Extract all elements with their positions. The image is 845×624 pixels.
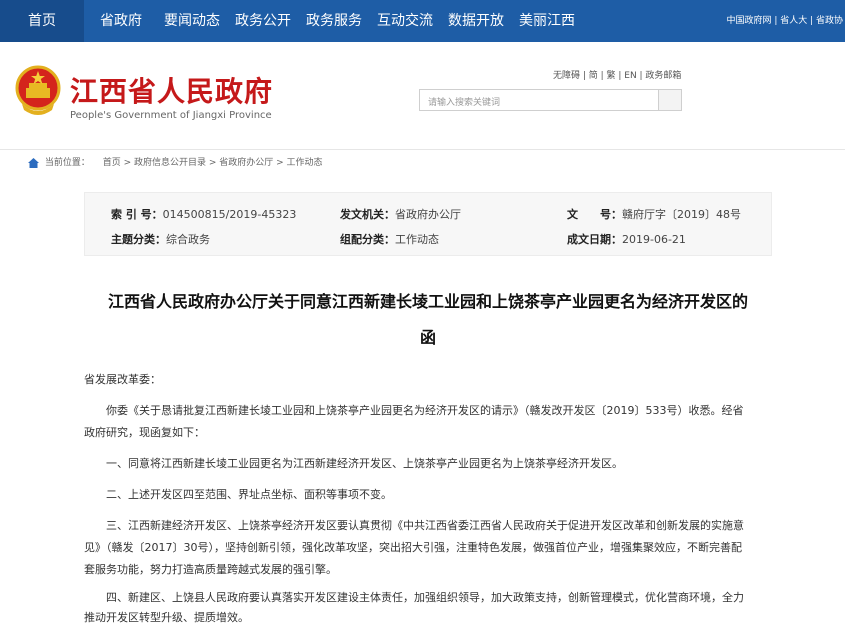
salutation: 省发展改革委： (84, 373, 161, 386)
external-links[interactable]: 中国政府网 | 省人大 | 省政协 (726, 0, 843, 42)
search-button[interactable] (658, 89, 682, 111)
paragraph-item-3-line3: 套服务功能，努力打造高质量跨越式发展的强引擎。 (84, 563, 337, 576)
nav-item-gov-disclosure[interactable]: 政务公开 (235, 0, 291, 42)
meta-index-number: 索 引 号：014500815/2019-45323 (111, 208, 297, 221)
site-subtitle: People's Government of Jiangxi Province (70, 110, 272, 121)
document-title-line1: 江西省人民政府办公厅关于同意江西新建长堎工业园和上饶茶亭产业园更名为经济开发区的 (107, 292, 748, 311)
nav-item-home[interactable]: 首页 (28, 0, 56, 42)
nav-item-open-data[interactable]: 数据开放 (448, 0, 504, 42)
paragraph-item-2: 二、上述开发区四至范围、界址点坐标、面积等事项不变。 (106, 488, 392, 501)
paragraph-item-1: 一、同意将江西新建长堎工业园更名为江西新建经济开发区、上饶茶亭产业园更名为上饶茶… (106, 457, 623, 470)
document-metadata: 索 引 号：014500815/2019-45323 发文机关：省政府办公厅 文… (84, 192, 772, 256)
search-input[interactable]: 请输入搜索关键词 (419, 89, 659, 111)
paragraph-item-4-line2: 推动开发区转型升级、提质增效。 (84, 611, 249, 624)
paragraph-intro-line1: 你委《关于恳请批复江西新建长堎工业园和上饶茶亭产业园更名为经济开发区的请示》（赣… (106, 404, 744, 417)
nav-item-provincial-gov[interactable]: 省政府 (100, 0, 142, 42)
nav-item-beautiful-jiangxi[interactable]: 美丽江西 (519, 0, 575, 42)
paragraph-item-3-line2: 见》（赣发〔2017〕30号），坚持创新引领，强化改革攻坚，突出招大引强，注重特… (84, 541, 742, 554)
breadcrumb-path[interactable]: 首页 > 政府信息公开目录 > 省政府办公厅 > 工作动态 (103, 158, 323, 168)
paragraph-item-4-line1: 四、新建区、上饶县人民政府要认真落实开发区建设主体责任，加强组织领导，加大政策支… (106, 591, 744, 604)
nav-item-interaction[interactable]: 互动交流 (377, 0, 433, 42)
meta-genre-category: 组配分类：工作动态 (340, 233, 439, 246)
nav-item-news[interactable]: 要闻动态 (164, 0, 220, 42)
meta-topic-category: 主题分类：综合政务 (111, 233, 210, 246)
site-header: 江西省人民政府 People's Government of Jiangxi P… (0, 42, 845, 150)
meta-document-number: 文 号：赣府厅字〔2019〕48号 (567, 208, 741, 221)
meta-issuer: 发文机关：省政府办公厅 (340, 208, 461, 221)
breadcrumb-label: 当前位置： (44, 158, 90, 168)
top-nav-bar: 首页 省政府 要闻动态 政务公开 政务服务 互动交流 数据开放 美丽江西 中国政… (0, 0, 845, 42)
home-icon (28, 157, 39, 168)
national-emblem-icon (15, 65, 61, 115)
paragraph-item-3-line1: 三、江西新建经济开发区、上饶茶亭经济开发区要认真贯彻《中共江西省委江西省人民政府… (106, 519, 744, 532)
utility-links[interactable]: 无障碍 | 简 | 繁 | EN | 政务邮箱 (553, 68, 681, 81)
paragraph-intro-line2: 政府研究，现函复如下： (84, 426, 205, 439)
meta-written-date: 成文日期：2019-06-21 (567, 233, 686, 246)
document-title-line2: 函 (419, 328, 436, 347)
breadcrumb: 当前位置： 首页 > 政府信息公开目录 > 省政府办公厅 > 工作动态 (28, 155, 323, 171)
site-title[interactable]: 江西省人民政府 (70, 70, 273, 110)
nav-item-gov-services[interactable]: 政务服务 (306, 0, 362, 42)
